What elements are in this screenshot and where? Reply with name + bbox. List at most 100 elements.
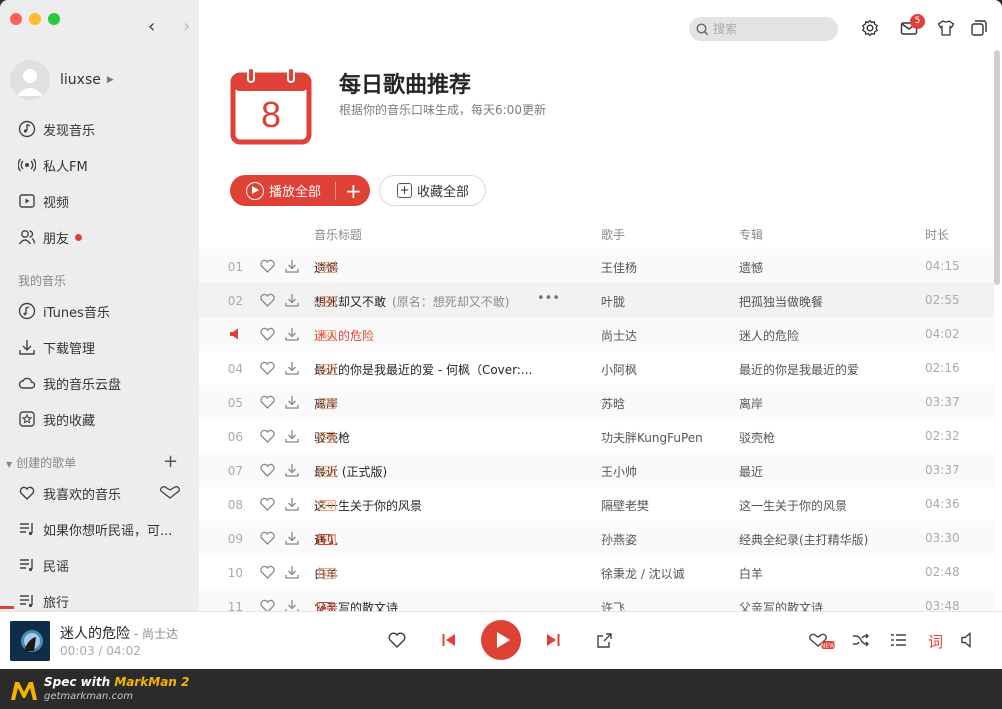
playlists-header[interactable]: ▼ 创建的歌单 [6,454,76,471]
table-row[interactable]: 08 这一生关于你的风景 SQ 隔壁老樊 这一生关于你的风景 04:36 [199,487,994,521]
heart-icon[interactable] [260,599,275,611]
table-row[interactable]: 06 驳壳枪 SQ 功夫胖KungFuPen 驳壳枪 02:32 [199,419,994,453]
sidebar-item-playlist-travel[interactable]: 旅行 [18,591,69,611]
track-title[interactable]: 这一生关于你的风景 SQ [314,497,422,514]
shuffle-icon[interactable] [852,632,869,648]
sidebar-item-friends[interactable]: 朋友 [18,227,83,247]
heart-mode-icon[interactable] [158,484,182,504]
sidebar-item-video[interactable]: 视频 [18,191,69,211]
download-icon[interactable] [285,599,299,611]
scrollbar[interactable] [994,50,1000,285]
col-title[interactable]: 音乐标题 [314,226,362,243]
back-icon[interactable]: ‹ [148,18,155,36]
user-profile[interactable]: liuxse ▶ [10,60,114,100]
play-all-button[interactable]: 播放全部 + [230,175,370,206]
sidebar-item-cloud[interactable]: 我的音乐云盘 [18,373,121,393]
table-row[interactable]: 04 最近的你是我最近的爱 - 何枫（Cover:... SQ 小阿枫 最近的你是我最近… [199,351,994,385]
track-album[interactable]: 经典全纪录(主打精华版) [739,531,868,548]
download-icon[interactable] [285,429,299,446]
add-playlist-button[interactable]: + [163,451,178,472]
download-icon[interactable] [285,565,299,582]
sidebar-item-downloads[interactable]: 下载管理 [18,337,95,357]
track-album[interactable]: 驳壳枪 [739,429,775,446]
track-singer[interactable]: 王佳杨 [601,259,637,276]
table-row[interactable]: 07 最近 (正式版) SQ 王小帅 最近 03:37 [199,453,994,487]
track-title[interactable]: 最近 (正式版) SQ [314,463,387,480]
now-playing-title[interactable]: 迷人的危险 [60,626,130,642]
album-cover[interactable] [10,621,50,661]
table-row[interactable]: 01 遗憾 SQ 王佳杨 遗憾 04:15 [199,249,994,283]
heart-icon[interactable] [260,565,275,582]
sidebar-item-itunes[interactable]: iTunes音乐 [18,301,110,321]
download-icon[interactable] [285,395,299,412]
heart-icon[interactable] [260,497,275,514]
track-album[interactable]: 父亲写的散文诗 [739,599,823,611]
playlist-queue-icon[interactable] [890,632,907,648]
play-button[interactable] [481,620,521,660]
track-singer[interactable]: 隔壁老樊 [601,497,649,514]
table-row[interactable]: 迷人的危险 SQ 尚士达 迷人的危险 04:02 [199,317,994,351]
track-singer[interactable]: 王小帅 [601,463,637,480]
caret-right-icon[interactable]: ▶ [107,75,114,85]
heart-icon[interactable] [260,259,275,276]
track-singer[interactable]: 尚士达 [601,327,637,344]
track-album[interactable]: 白羊 [739,565,763,582]
track-title[interactable]: 想死却又不敢 (原名：想死却又不敢) SQ [314,293,509,310]
next-icon[interactable] [545,632,561,648]
lyrics-button[interactable]: 词 [928,631,943,652]
download-icon[interactable] [285,327,299,344]
download-icon[interactable] [285,531,299,548]
sidebar-item-playlist-folk-suggest[interactable]: 如果你想听民谣，可... [18,519,172,539]
track-album[interactable]: 迷人的危险 [739,327,799,344]
minimize-window-button[interactable] [29,13,41,25]
heart-icon[interactable] [260,463,275,480]
track-album[interactable]: 这一生关于你的风景 [739,497,847,514]
avatar[interactable] [10,60,50,100]
col-album[interactable]: 专辑 [739,226,763,243]
track-album[interactable]: 最近的你是我最近的爱 [739,361,859,378]
track-title[interactable]: 白羊 SQ [314,565,338,582]
maximize-window-button[interactable] [48,13,60,25]
table-row[interactable]: 10 白羊 SQ 徐秉龙 / 沈以诚 白羊 02:48 [199,555,994,589]
download-icon[interactable] [285,259,299,276]
track-title[interactable]: 遗憾 SQ [314,259,338,276]
track-title[interactable]: 遇见 SQ [314,531,338,548]
more-icon[interactable]: ••• [537,291,560,306]
track-album[interactable]: 遗憾 [739,259,763,276]
track-singer[interactable]: 孙燕姿 [601,531,637,548]
heart-icon[interactable] [260,429,275,446]
track-title[interactable]: 最近的你是我最近的爱 - 何枫（Cover:... SQ [314,361,532,378]
track-album[interactable]: 最近 [739,463,763,480]
track-title[interactable]: 父亲写的散文诗 SQ [314,599,398,611]
table-row[interactable]: 09 遇见 SQ 孙燕姿 经典全纪录(主打精华版) 03:30 [199,521,994,555]
volume-icon[interactable] [960,632,976,648]
download-icon[interactable] [285,497,299,514]
now-playing-artist[interactable]: 尚士达 [142,627,178,641]
sidebar-item-fm[interactable]: 私人FM [18,155,88,175]
track-title[interactable]: 迷人的危险 SQ [314,327,374,344]
download-icon[interactable] [285,463,299,480]
heart-icon[interactable] [260,327,275,344]
download-icon[interactable] [285,361,299,378]
like-icon[interactable] [388,632,406,648]
track-singer[interactable]: 苏晗 [601,395,625,412]
track-title[interactable]: 驳壳枪 SQ [314,429,350,446]
table-row[interactable]: 11 父亲写的散文诗 SQ 许飞 父亲写的散文诗 03:48 [199,589,994,611]
mini-mode-icon[interactable] [970,19,988,37]
track-singer[interactable]: 许飞 [601,599,625,611]
share-icon[interactable] [596,632,613,649]
add-to-queue-button[interactable]: + [345,181,362,201]
heart-icon[interactable] [260,361,275,378]
close-window-button[interactable] [10,13,22,25]
table-row[interactable]: 05 离岸 SQ 苏晗 离岸 03:37 [199,385,994,419]
table-row[interactable]: 02 想死却又不敢 (原名：想死却又不敢) SQ ••• 叶胧 把孤独当做晚餐 02:55 [199,283,994,317]
download-icon[interactable] [285,293,299,310]
prev-icon[interactable] [441,632,457,648]
heart-icon[interactable] [260,395,275,412]
mv-icon[interactable] [317,602,332,611]
search-input[interactable]: 搜索 [689,17,838,41]
sidebar-item-discover[interactable]: 发现音乐 [18,119,95,139]
col-duration[interactable]: 时长 [925,226,949,243]
sidebar-item-playlist-folk[interactable]: 民谣 [18,555,69,575]
username[interactable]: liuxse [60,72,101,88]
